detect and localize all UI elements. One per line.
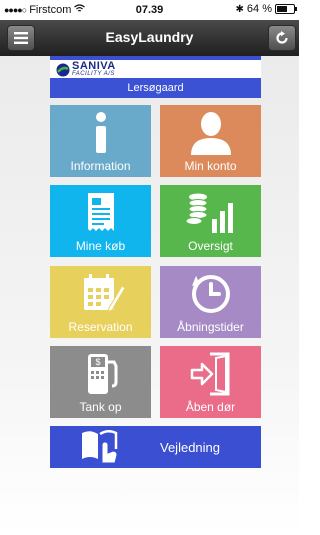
aaben-doer-tile[interactable]: Åben dør xyxy=(160,346,261,418)
tank-op-tile[interactable]: $ Tank op xyxy=(50,346,151,418)
receipt-icon xyxy=(87,193,114,231)
tile-label: Tank op xyxy=(79,400,122,414)
mine-koeb-tile[interactable]: Mine køb xyxy=(50,185,151,257)
brand-banner: SANIVA FACILITY A/S Lersøgaard xyxy=(50,56,261,98)
battery-percent: 64 % xyxy=(246,3,272,15)
svg-text:$: $ xyxy=(95,357,100,367)
vejledning-label: Vejledning xyxy=(160,440,220,455)
min-konto-tile[interactable]: Min konto xyxy=(160,105,261,177)
info-icon xyxy=(95,112,106,153)
refresh-icon xyxy=(276,31,288,44)
app-title: EasyLaundry xyxy=(105,29,194,45)
nav-bar: EasyLaundry xyxy=(0,20,299,56)
saniva-logo-icon xyxy=(56,63,70,77)
door-enter-icon xyxy=(190,352,229,396)
tile-label: Information xyxy=(70,159,131,173)
status-bar: ●●●●○ Firstcom 07.39 ✱ 64 % xyxy=(0,0,299,20)
battery-icon xyxy=(275,4,297,14)
information-tile[interactable]: Information xyxy=(50,105,151,177)
fuel-pump-icon: $ xyxy=(87,354,117,394)
book-hand-icon xyxy=(82,430,118,464)
coins-chart-icon xyxy=(185,193,233,233)
person-icon xyxy=(190,112,231,155)
logo-name: SANIVA xyxy=(72,60,116,72)
tile-label: Åbningstider xyxy=(177,320,244,334)
refresh-button[interactable] xyxy=(268,25,296,51)
main-content: SANIVA FACILITY A/S Lersøgaard Informati… xyxy=(0,56,299,535)
logo-subtitle: FACILITY A/S xyxy=(72,71,115,77)
tile-label: Åben dør xyxy=(185,400,236,414)
clock-icon xyxy=(191,275,230,313)
reservation-tile[interactable]: Reservation xyxy=(50,266,151,338)
tile-label: Reservation xyxy=(68,320,133,334)
battery-fill xyxy=(277,6,287,12)
calendar-icon xyxy=(83,274,126,313)
tile-label: Min konto xyxy=(184,159,237,173)
bluetooth-icon: ✱ xyxy=(235,3,244,15)
tile-label: Oversigt xyxy=(188,239,233,253)
company-logo: SANIVA FACILITY A/S xyxy=(50,56,261,78)
tile-label: Mine køb xyxy=(75,239,126,253)
location-label: Lersøgaard xyxy=(50,78,261,98)
vejledning-button[interactable]: Vejledning xyxy=(50,426,261,468)
oversigt-tile[interactable]: Oversigt xyxy=(160,185,261,257)
aabningstider-tile[interactable]: Åbningstider xyxy=(160,266,261,338)
status-right: ✱ 64 % xyxy=(235,3,297,15)
